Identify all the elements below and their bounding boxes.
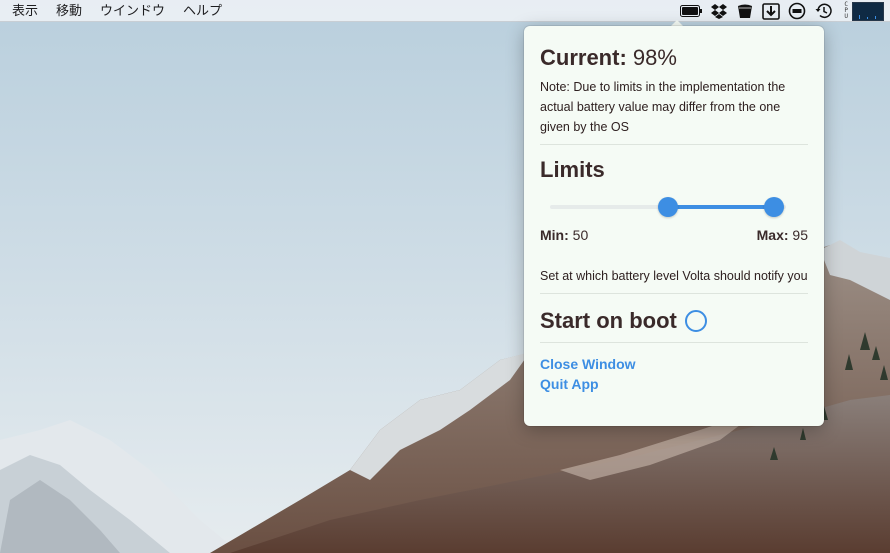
implementation-note: Note: Due to limits in the implementatio… <box>540 80 786 134</box>
slider-range-fill <box>668 205 775 209</box>
current-label: Current: <box>540 45 627 70</box>
divider <box>540 293 808 294</box>
start-on-boot-toggle[interactable] <box>684 310 707 332</box>
current-value: 98% <box>632 45 677 70</box>
quit-app-link[interactable]: Quit App <box>540 374 808 394</box>
menu-view[interactable]: 表示 <box>0 0 47 22</box>
divider <box>540 342 808 343</box>
slider-max-handle[interactable] <box>764 197 785 217</box>
min-value: 50 <box>572 227 589 243</box>
popover-actions: Close Window Quit App <box>540 354 808 394</box>
limits-range-slider[interactable] <box>550 194 786 220</box>
max-readout: Max: 95 <box>757 227 808 243</box>
max-label: Max: <box>756 227 789 243</box>
menu-go[interactable]: 移動 <box>47 0 91 22</box>
divider <box>540 144 808 145</box>
download-icon[interactable] <box>762 0 781 22</box>
limits-title: Limits <box>540 157 605 182</box>
min-label: Min: <box>540 227 569 243</box>
volta-popover: Current: 98% Note: Due to limits in the … <box>524 26 824 426</box>
limits-values: Min: 50 Max: 95 <box>540 227 808 243</box>
battery-icon[interactable] <box>680 0 703 22</box>
menu-help[interactable]: ヘルプ <box>174 0 231 22</box>
sync-icon[interactable] <box>788 0 806 22</box>
slider-min-handle[interactable] <box>658 197 678 217</box>
status-area: C P U <box>676 0 888 22</box>
start-on-boot-row: Start on boot <box>540 307 808 335</box>
menu-window[interactable]: ウインドウ <box>91 0 174 22</box>
dropbox-icon[interactable] <box>710 0 728 22</box>
cpu-label: C P U <box>844 1 848 20</box>
menu-bar: 表示 移動 ウインドウ ヘルプ C P U <box>0 0 890 22</box>
cpu-meter-icon[interactable]: C P U <box>842 0 884 22</box>
start-on-boot-label: Start on boot <box>540 308 677 333</box>
cpu-graph <box>852 1 884 21</box>
limits-hint: Set at which battery level Volta should … <box>540 269 808 283</box>
min-readout: Min: 50 <box>540 227 588 243</box>
current-battery: Current: 98% <box>540 44 808 72</box>
max-value: 95 <box>792 227 808 243</box>
volta-icon[interactable] <box>736 0 754 22</box>
time-machine-icon[interactable] <box>814 0 834 22</box>
close-window-link[interactable]: Close Window <box>540 354 808 374</box>
